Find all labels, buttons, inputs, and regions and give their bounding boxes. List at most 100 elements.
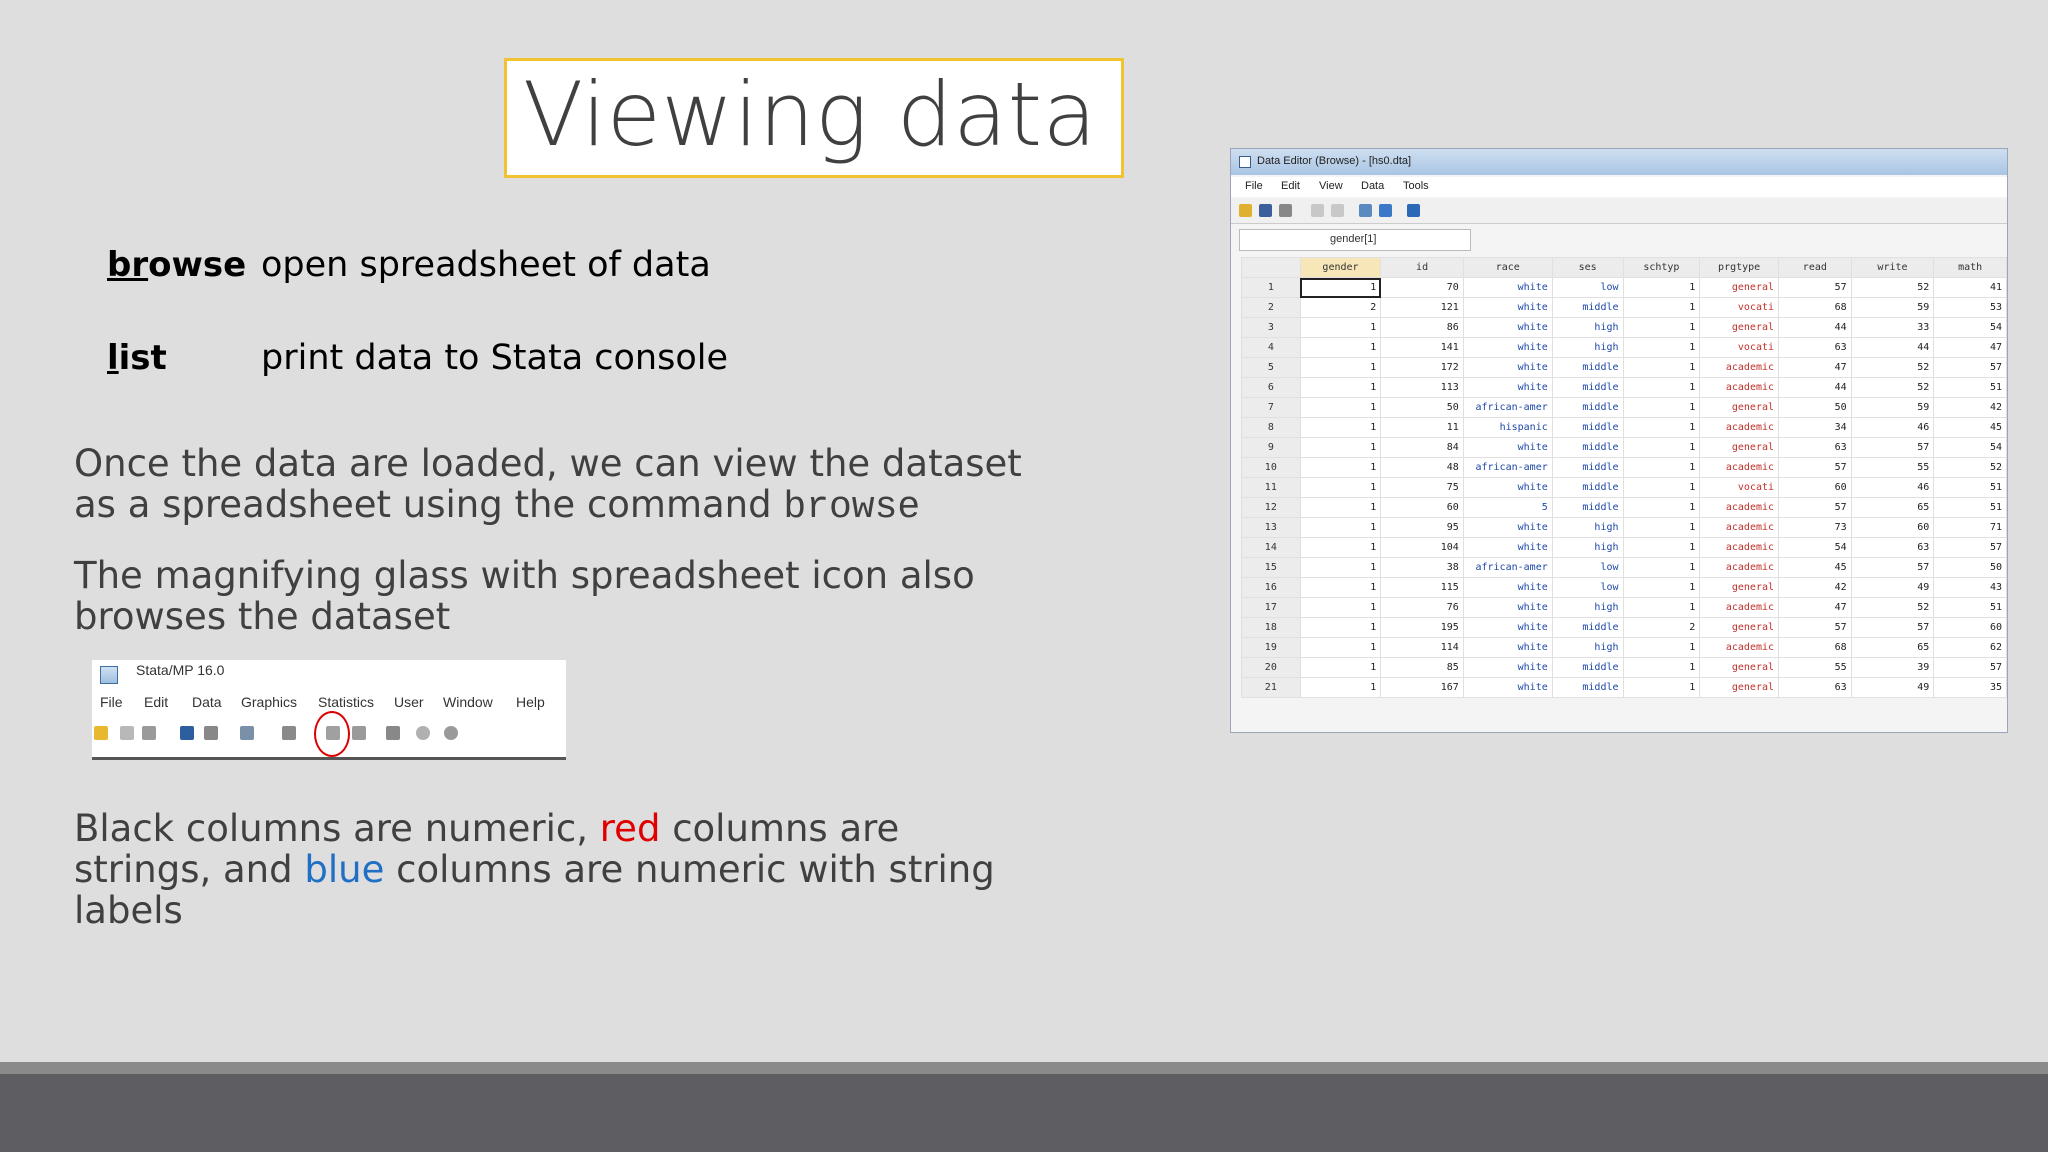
cell-write[interactable]: 52: [1850, 357, 1935, 378]
cell-schtyp[interactable]: 1: [1622, 577, 1701, 598]
cell-write[interactable]: 52: [1850, 597, 1935, 618]
cell-schtyp[interactable]: 1: [1622, 457, 1701, 478]
print-icon[interactable]: [142, 726, 156, 740]
cell-id[interactable]: 104: [1380, 537, 1464, 558]
cell-id[interactable]: 113: [1380, 377, 1464, 398]
variables-manager-icon[interactable]: [386, 726, 400, 740]
cell-race[interactable]: white: [1462, 357, 1553, 378]
cell-prgtype[interactable]: general: [1699, 617, 1780, 638]
cell-schtyp[interactable]: 1: [1622, 417, 1701, 438]
cell-math[interactable]: 57: [1933, 657, 2007, 678]
cell-ses[interactable]: middle: [1551, 617, 1624, 638]
cell-race[interactable]: hispanic: [1462, 417, 1553, 438]
cell-id[interactable]: 86: [1380, 317, 1464, 338]
cell-math[interactable]: 43: [1933, 577, 2007, 598]
cell-math[interactable]: 57: [1933, 357, 2007, 378]
cell-prgtype[interactable]: general: [1699, 277, 1780, 298]
cell-prgtype[interactable]: general: [1699, 317, 1780, 338]
cell-ses[interactable]: middle: [1551, 457, 1624, 478]
cell-gender[interactable]: 1: [1299, 477, 1382, 498]
cell-gender[interactable]: 1: [1299, 317, 1382, 338]
cell-math[interactable]: 45: [1933, 417, 2007, 438]
cell-id[interactable]: 11: [1380, 417, 1464, 438]
cell-read[interactable]: 47: [1778, 357, 1852, 378]
de-print-icon[interactable]: [1279, 204, 1292, 217]
column-header-race[interactable]: race: [1462, 257, 1553, 278]
cell-prgtype[interactable]: general: [1699, 437, 1780, 458]
cell-gender[interactable]: 1: [1299, 597, 1382, 618]
cell-math[interactable]: 54: [1933, 317, 2007, 338]
stata-menu-graphics[interactable]: Graphics: [241, 694, 297, 710]
cell-ses[interactable]: middle: [1551, 377, 1624, 398]
cell-math[interactable]: 47: [1933, 337, 2007, 358]
cell-schtyp[interactable]: 1: [1622, 357, 1701, 378]
cell-gender[interactable]: 1: [1299, 637, 1382, 658]
de-copy-icon[interactable]: [1311, 204, 1324, 217]
cell-ses[interactable]: high: [1551, 537, 1624, 558]
cell-prgtype[interactable]: vocati: [1699, 337, 1780, 358]
cell-prgtype[interactable]: academic: [1699, 637, 1780, 658]
cell-read[interactable]: 50: [1778, 397, 1852, 418]
cell-gender[interactable]: 1: [1299, 277, 1382, 298]
cell-prgtype[interactable]: vocati: [1699, 297, 1780, 318]
cell-gender[interactable]: 1: [1299, 437, 1382, 458]
cell-math[interactable]: 57: [1933, 537, 2007, 558]
cell-read[interactable]: 34: [1778, 417, 1852, 438]
cell-write[interactable]: 46: [1850, 417, 1935, 438]
cell-prgtype[interactable]: academic: [1699, 417, 1780, 438]
row-number[interactable]: 14: [1241, 537, 1301, 558]
stata-menu-edit[interactable]: Edit: [144, 694, 168, 710]
cell-write[interactable]: 59: [1850, 397, 1935, 418]
de-save-icon[interactable]: [1259, 204, 1272, 217]
cell-schtyp[interactable]: 1: [1622, 317, 1701, 338]
cell-math[interactable]: 51: [1933, 377, 2007, 398]
row-number[interactable]: 7: [1241, 397, 1301, 418]
cell-prgtype[interactable]: general: [1699, 397, 1780, 418]
cell-prgtype[interactable]: academic: [1699, 457, 1780, 478]
cell-schtyp[interactable]: 1: [1622, 557, 1701, 578]
cell-ses[interactable]: low: [1551, 577, 1624, 598]
cell-id[interactable]: 84: [1380, 437, 1464, 458]
cell-schtyp[interactable]: 1: [1622, 377, 1701, 398]
cell-schtyp[interactable]: 1: [1622, 537, 1701, 558]
cell-write[interactable]: 52: [1850, 277, 1935, 298]
cell-race[interactable]: white: [1462, 637, 1553, 658]
cell-race[interactable]: white: [1462, 597, 1553, 618]
cell-gender[interactable]: 1: [1299, 577, 1382, 598]
column-header-schtyp[interactable]: schtyp: [1622, 257, 1701, 278]
cell-ses[interactable]: middle: [1551, 437, 1624, 458]
cell-id[interactable]: 48: [1380, 457, 1464, 478]
row-number[interactable]: 4: [1241, 337, 1301, 358]
cell-prgtype[interactable]: general: [1699, 657, 1780, 678]
cell-prgtype[interactable]: academic: [1699, 357, 1780, 378]
cell-math[interactable]: 52: [1933, 457, 2007, 478]
cell-schtyp[interactable]: 1: [1622, 597, 1701, 618]
row-number[interactable]: 19: [1241, 637, 1301, 658]
cell-write[interactable]: 60: [1850, 517, 1935, 538]
column-header-gender[interactable]: gender: [1299, 257, 1382, 278]
cell-gender[interactable]: 1: [1299, 677, 1382, 698]
column-header-ses[interactable]: ses: [1551, 257, 1624, 278]
cell-math[interactable]: 42: [1933, 397, 2007, 418]
de-paste-icon[interactable]: [1331, 204, 1344, 217]
cell-read[interactable]: 57: [1778, 497, 1852, 518]
row-number[interactable]: 8: [1241, 417, 1301, 438]
cell-race[interactable]: white: [1462, 297, 1553, 318]
cell-read[interactable]: 63: [1778, 437, 1852, 458]
cell-read[interactable]: 60: [1778, 477, 1852, 498]
cell-write[interactable]: 65: [1850, 497, 1935, 518]
row-number[interactable]: 10: [1241, 457, 1301, 478]
cell-write[interactable]: 49: [1850, 577, 1935, 598]
cell-gender[interactable]: 1: [1299, 497, 1382, 518]
row-number[interactable]: 13: [1241, 517, 1301, 538]
cell-write[interactable]: 63: [1850, 537, 1935, 558]
save-icon[interactable]: [120, 726, 134, 740]
cell-schtyp[interactable]: 1: [1622, 637, 1701, 658]
cell-write[interactable]: 65: [1850, 637, 1935, 658]
cell-race[interactable]: white: [1462, 317, 1553, 338]
stata-menu-file[interactable]: File: [100, 694, 123, 710]
do-file-editor-icon[interactable]: [282, 726, 296, 740]
cell-read[interactable]: 73: [1778, 517, 1852, 538]
cell-read[interactable]: 57: [1778, 277, 1852, 298]
cell-gender[interactable]: 1: [1299, 617, 1382, 638]
